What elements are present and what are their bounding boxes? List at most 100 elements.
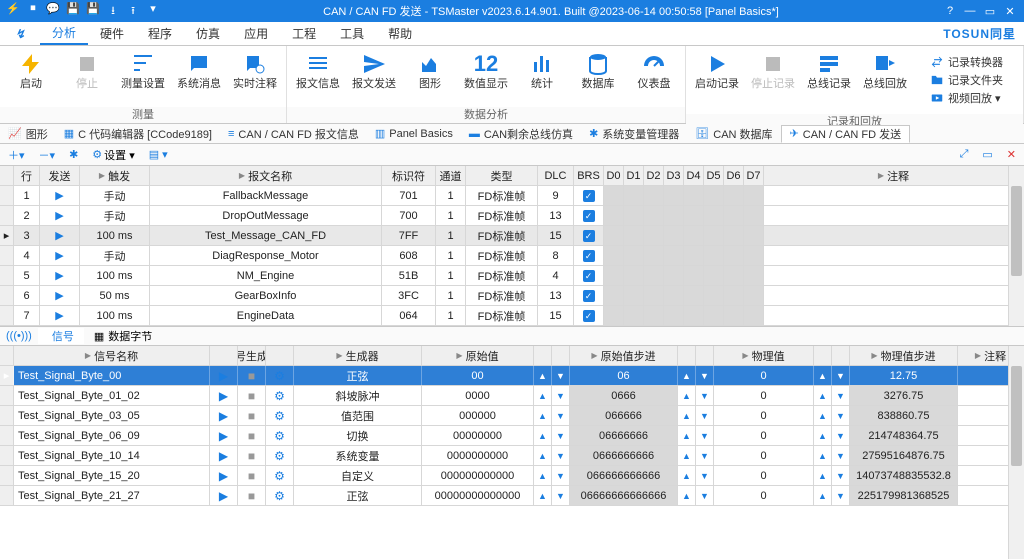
signal-grid[interactable]: 信号名称信号生成器生成器原始值原始值步进物理值物理值步进注释 ▸Test_Sig…	[0, 346, 1024, 506]
g2-signame[interactable]: Test_Signal_Byte_10_14	[14, 446, 210, 465]
g2-phys[interactable]: 0	[714, 366, 814, 385]
g2-header-12[interactable]: 物理值	[714, 346, 814, 365]
g2-raw-dn[interactable]: ▼	[552, 386, 570, 405]
ribbon-stop-button[interactable]: 停止	[64, 50, 110, 90]
g1-header-12[interactable]: D2	[644, 166, 664, 185]
g2-gen-stop[interactable]: ■	[238, 366, 266, 385]
g2-phys-up[interactable]: ▲	[678, 406, 696, 425]
g2-gen-settings[interactable]: ⚙	[266, 406, 294, 425]
g2-pstep-dn[interactable]: ▼	[832, 426, 850, 445]
g1-brs[interactable]: ✓	[574, 246, 604, 265]
g1-d5[interactable]	[704, 286, 724, 305]
g1-d6[interactable]	[724, 226, 744, 245]
g1-row[interactable]: 4▶手动DiagResponse_Motor6081FD标准帧8✓	[0, 246, 1024, 266]
g2-raw-up[interactable]: ▲	[534, 426, 552, 445]
g2-raw-up[interactable]: ▲	[534, 386, 552, 405]
g2-gen-play[interactable]: ▶	[210, 426, 238, 445]
g1-header-6[interactable]: 通道	[436, 166, 466, 185]
ribbon-stop-button[interactable]: 停止记录	[750, 50, 796, 90]
g2-gen-settings[interactable]: ⚙	[266, 466, 294, 485]
g1-id[interactable]: 3FC	[382, 286, 436, 305]
g1-dlc[interactable]: 15	[538, 226, 574, 245]
menu-hardware[interactable]: 硬件	[88, 23, 136, 44]
g2-header-4[interactable]	[266, 346, 294, 365]
g2-raw[interactable]: 000000	[422, 406, 534, 425]
g2-phys-dn[interactable]: ▼	[696, 466, 714, 485]
g1-header-5[interactable]: 标识符	[382, 166, 436, 185]
g1-header-8[interactable]: DLC	[538, 166, 574, 185]
g1-d1[interactable]	[624, 186, 644, 205]
g1-trigger[interactable]: 手动	[80, 246, 150, 265]
g1-dlc[interactable]: 4	[538, 266, 574, 285]
g1-dlc[interactable]: 8	[538, 246, 574, 265]
menu-help[interactable]: 帮助	[376, 23, 424, 44]
g2-gen[interactable]: 值范围	[294, 406, 422, 425]
g1-header-13[interactable]: D3	[664, 166, 684, 185]
doctab-1[interactable]: ▦C 代码编辑器 [CCode9189]	[56, 126, 220, 142]
g1-d6[interactable]	[724, 206, 744, 225]
g2-row[interactable]: Test_Signal_Byte_10_14▶■⚙系统变量0000000000▲…	[0, 446, 1024, 466]
g1-comment[interactable]	[764, 226, 1024, 245]
close-icon[interactable]: ✕	[1002, 5, 1018, 18]
ql-more-icon[interactable]: ▾	[146, 2, 160, 21]
subtab-0[interactable]: 信号	[38, 328, 84, 344]
g1-type[interactable]: FD标准帧	[466, 266, 538, 285]
g2-rawstep[interactable]: 06	[570, 366, 678, 385]
g2-gen-settings[interactable]: ⚙	[266, 366, 294, 385]
g2-gen-settings[interactable]: ⚙	[266, 426, 294, 445]
g2-phys-up[interactable]: ▲	[678, 426, 696, 445]
g1-d3[interactable]	[664, 226, 684, 245]
ribbon-list-button[interactable]: 报文信息	[295, 50, 341, 90]
g1-d1[interactable]	[624, 206, 644, 225]
g1-dlc[interactable]: 15	[538, 306, 574, 325]
ribbon-bolt-button[interactable]: 启动	[8, 50, 54, 90]
g2-header-2[interactable]	[210, 346, 238, 365]
g1-header-9[interactable]: BRS	[574, 166, 604, 185]
g1-d7[interactable]	[744, 226, 764, 245]
g1-trigger[interactable]: 100 ms	[80, 306, 150, 325]
ribbon-chart-button[interactable]: 图形	[407, 50, 453, 90]
g1-d5[interactable]	[704, 226, 724, 245]
help-icon[interactable]: ?	[942, 5, 958, 18]
menu-project[interactable]: 工程	[280, 23, 328, 44]
g1-brs[interactable]: ✓	[574, 286, 604, 305]
g2-raw-up[interactable]: ▲	[534, 486, 552, 505]
g2-phys[interactable]: 0	[714, 406, 814, 425]
g2-signame[interactable]: Test_Signal_Byte_00	[14, 366, 210, 385]
g2-rawstep[interactable]: 06666666	[570, 426, 678, 445]
ribbon-side-swap[interactable]: 记录转换器	[930, 54, 1003, 70]
g1-row-gutter[interactable]	[0, 286, 14, 305]
g2-gen[interactable]: 系统变量	[294, 446, 422, 465]
g1-header-1[interactable]: 行	[14, 166, 40, 185]
tb-expand-button[interactable]: ⤢	[956, 148, 973, 161]
g1-d4[interactable]	[684, 306, 704, 325]
doctab-2[interactable]: ≡CAN / CAN FD 报文信息	[220, 126, 367, 142]
g1-header-0[interactable]	[0, 166, 14, 185]
g2-gen-play[interactable]: ▶	[210, 466, 238, 485]
g1-id[interactable]: 700	[382, 206, 436, 225]
g2-gen-stop[interactable]: ■	[238, 446, 266, 465]
g2-row[interactable]: Test_Signal_Byte_06_09▶■⚙切换00000000▲▼066…	[0, 426, 1024, 446]
g1-send-button[interactable]: ▶	[40, 246, 80, 265]
g2-physstep[interactable]: 838860.75	[850, 406, 958, 425]
g1-ch[interactable]: 1	[436, 206, 466, 225]
g1-id[interactable]: 064	[382, 306, 436, 325]
g2-row[interactable]: Test_Signal_Byte_15_20▶■⚙自定义000000000000…	[0, 466, 1024, 486]
g1-type[interactable]: FD标准帧	[466, 306, 538, 325]
g1-ch[interactable]: 1	[436, 266, 466, 285]
g2-gutter[interactable]	[0, 466, 14, 485]
tb-window-button[interactable]: ▭	[978, 148, 996, 161]
g2-rawstep[interactable]: 066666666666	[570, 466, 678, 485]
g1-row[interactable]: 6▶50 msGearBoxInfo3FC1FD标准帧13✓	[0, 286, 1024, 306]
g1-d0[interactable]	[604, 266, 624, 285]
g1-dlc[interactable]: 9	[538, 186, 574, 205]
g1-ch[interactable]: 1	[436, 186, 466, 205]
g2-phys-up[interactable]: ▲	[678, 486, 696, 505]
g1-header-2[interactable]: 发送	[40, 166, 80, 185]
g1-d6[interactable]	[724, 306, 744, 325]
g1-header-7[interactable]: 类型	[466, 166, 538, 185]
g2-phys[interactable]: 0	[714, 486, 814, 505]
g1-trigger[interactable]: 手动	[80, 186, 150, 205]
g2-gen-play[interactable]: ▶	[210, 366, 238, 385]
g1-d5[interactable]	[704, 266, 724, 285]
